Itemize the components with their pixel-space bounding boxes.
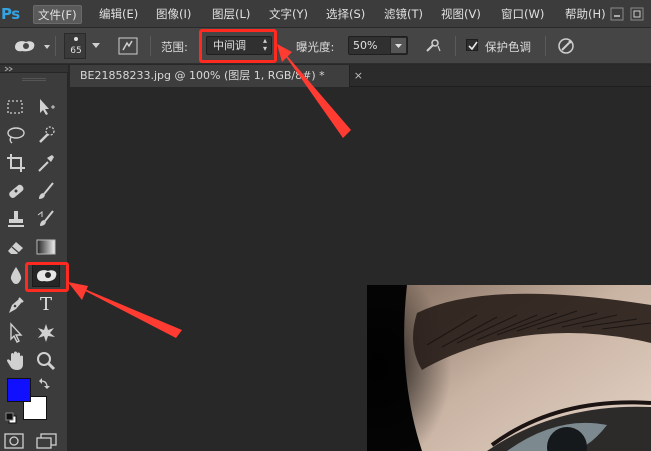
- arrow-head-tool: [68, 282, 88, 300]
- arrow-to-range-select: [277, 44, 351, 138]
- annotation-arrows: [68, 44, 351, 338]
